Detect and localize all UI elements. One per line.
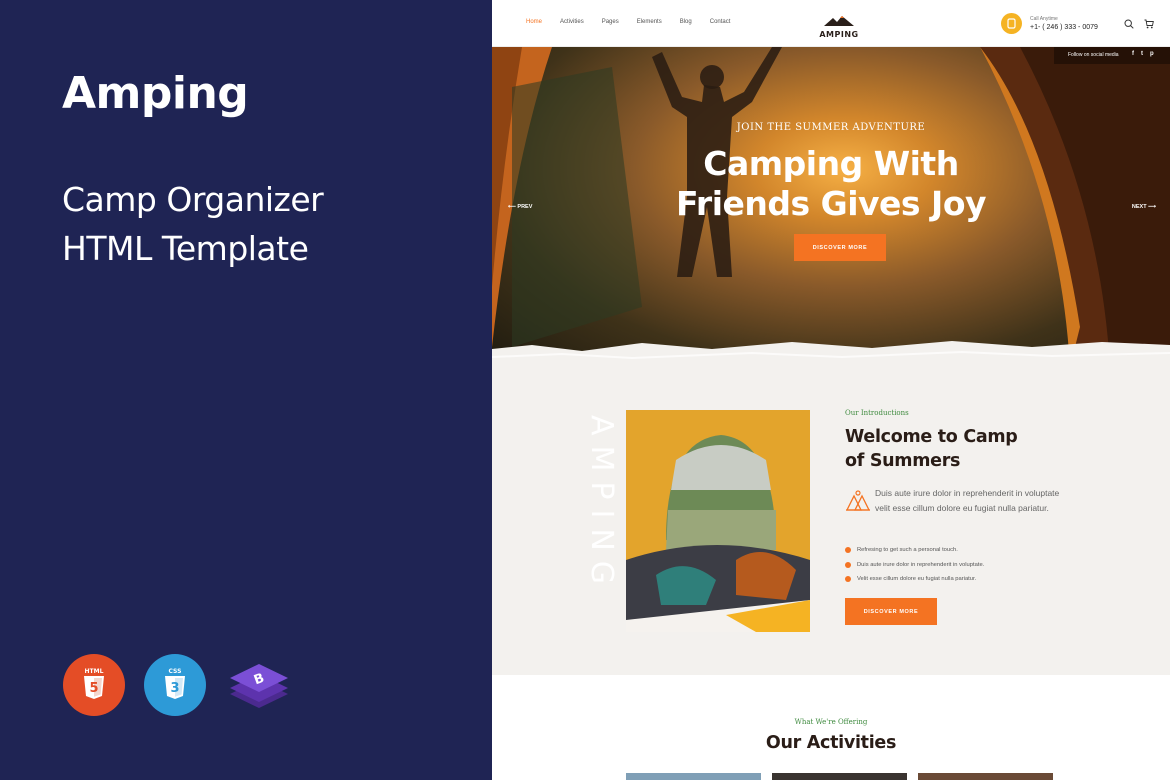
slider-prev-button[interactable]: ⟵ PREV	[508, 204, 532, 210]
hero-slider: Follow on social media f t p JOIN THE SU…	[492, 47, 1170, 367]
list-item: Duis aute irure dolor in reprehenderit i…	[845, 558, 984, 573]
phone-icon	[1001, 13, 1022, 34]
activity-card[interactable]	[918, 773, 1053, 780]
promo-panel: Amping Camp Organizer HTML Template HTML…	[0, 0, 492, 780]
arrow-right-icon: ⟶	[1146, 204, 1156, 210]
about-section: AMPING Our Introductions Welcome to Camp…	[492, 367, 1170, 675]
nav-links: Home Activities Pages Elements Blog Cont…	[526, 19, 748, 25]
nav-link-home[interactable]: Home	[526, 19, 542, 25]
about-lead-text: Duis aute irure dolor in reprehenderit i…	[875, 488, 1060, 513]
about-title: Welcome to Camp of Summers	[845, 425, 1018, 473]
svg-text:5: 5	[89, 681, 98, 696]
website-preview: Home Activities Pages Elements Blog Cont…	[492, 0, 1170, 780]
arrow-left-icon: ⟵	[508, 204, 518, 210]
hero-title-line2: Friends Gives Joy	[675, 184, 987, 223]
list-item: Velit esse cillum dolore eu fugiat nulla…	[845, 572, 984, 587]
check-icon	[845, 547, 851, 554]
svg-text:CSS: CSS	[169, 668, 182, 675]
svg-text:HTML: HTML	[85, 668, 104, 675]
slider-next-button[interactable]: NEXT ⟶	[1132, 204, 1156, 210]
search-icon[interactable]	[1124, 19, 1134, 29]
hero-title-line1: Camping With	[703, 144, 959, 183]
facebook-icon[interactable]: f	[1132, 51, 1134, 57]
promo-subtitle-line2: HTML Template	[62, 229, 309, 268]
check-icon	[845, 576, 851, 583]
svg-text:3: 3	[170, 681, 179, 696]
vertical-brand-text: AMPING	[584, 415, 619, 595]
brush-stroke-divider	[492, 341, 1170, 367]
activity-card[interactable]	[626, 773, 761, 780]
pinterest-icon[interactable]: p	[1150, 51, 1154, 57]
mountain-logo-icon	[824, 16, 854, 26]
tent-interior-image	[626, 410, 810, 632]
about-discover-button[interactable]: DISCOVER MORE	[845, 598, 937, 625]
activities-kicker: What We're Offering	[794, 718, 868, 726]
nav-link-activities[interactable]: Activities	[560, 19, 584, 25]
hero-title: Camping With Friends Gives Joy	[492, 144, 1170, 224]
next-label: NEXT	[1131, 204, 1147, 210]
social-label: Follow on social media	[1068, 52, 1119, 58]
social-bar: Follow on social media f t p	[1054, 47, 1170, 64]
activity-card[interactable]	[772, 773, 907, 780]
cart-icon[interactable]	[1144, 19, 1154, 29]
activities-title: Our Activities	[765, 733, 897, 753]
check-icon	[845, 561, 851, 568]
nav-link-elements[interactable]: Elements	[637, 19, 662, 25]
activities-section: What We're Offering Our Activities	[492, 675, 1170, 780]
feature-check-list: Refresing to get such a personal touch. …	[845, 543, 984, 587]
hero-kicker: JOIN THE SUMMER ADVENTURE	[736, 122, 926, 133]
logo-text: AMPING	[819, 30, 859, 39]
site-logo[interactable]: AMPING	[819, 13, 859, 39]
about-title-line1: Welcome to Camp	[845, 427, 1018, 447]
prev-label: PREV	[517, 204, 533, 210]
html5-icon: HTML 5	[63, 654, 125, 716]
twitter-icon[interactable]: t	[1141, 51, 1143, 57]
call-phone: +1- ( 246 ) 333 - 0079	[1030, 24, 1098, 31]
call-label: Call Anytime	[1030, 16, 1058, 22]
promo-title: Amping	[62, 68, 249, 119]
nav-link-pages[interactable]: Pages	[602, 19, 619, 25]
list-item: Refresing to get such a personal touch.	[845, 543, 984, 558]
hero-discover-button[interactable]: DISCOVER MORE	[794, 234, 886, 261]
promo-subtitle: Camp Organizer HTML Template	[62, 175, 324, 273]
about-title-line2: of Summers	[845, 451, 961, 471]
camp-tent-icon	[845, 490, 871, 511]
about-kicker: Our Introductions	[845, 409, 909, 417]
nav-link-blog[interactable]: Blog	[680, 19, 692, 25]
promo-subtitle-line1: Camp Organizer	[62, 180, 324, 219]
top-navigation: Home Activities Pages Elements Blog Cont…	[492, 0, 1170, 47]
bootstrap-icon: B	[230, 664, 288, 708]
nav-link-contact[interactable]: Contact	[710, 19, 731, 25]
css3-icon: CSS 3	[144, 654, 206, 716]
